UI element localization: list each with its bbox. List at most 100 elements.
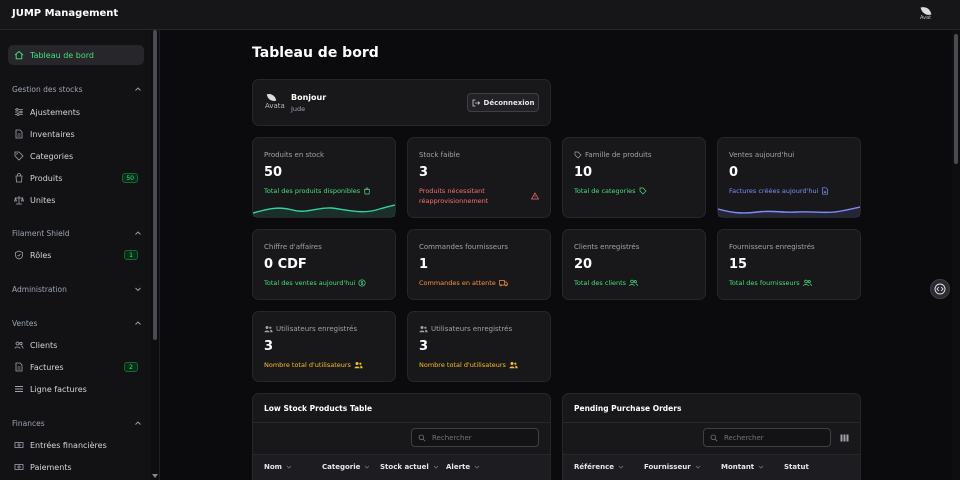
sidebar-item-label: Tableau de bord	[30, 50, 94, 60]
stat-label: Fournisseurs enregistrés	[729, 243, 815, 251]
banknote-icon	[14, 440, 24, 450]
stat-value: 0	[729, 165, 739, 180]
sidebar-item-products[interactable]: Produits 50	[8, 168, 144, 188]
stat-label: Stock faible	[419, 151, 460, 159]
table-title: Pending Purchase Orders	[574, 404, 682, 413]
users-icon	[264, 326, 273, 333]
chevron-down-icon	[618, 465, 624, 469]
stat-description: Total des clients	[574, 278, 638, 288]
group-label: Administration	[12, 285, 67, 294]
low-stock-table: Low Stock Products Table Rechercher Nom …	[252, 393, 551, 480]
sidebar-group-sales[interactable]: Ventes	[12, 319, 142, 328]
sidebar-item-categories[interactable]: Categories	[8, 146, 144, 166]
column-header[interactable]: Montant	[721, 463, 764, 471]
sidebar-item-dashboard[interactable]: Tableau de bord	[8, 45, 144, 65]
sidebar-item-label: Ligne factures	[30, 384, 87, 394]
chevron-down-icon	[135, 287, 141, 292]
chevron-up-icon	[135, 231, 141, 235]
sidebar-item-adjustments[interactable]: Ajustements	[8, 102, 144, 122]
stat-label: Chiffre d'affaires	[264, 243, 322, 251]
invoices-count-badge: 2	[124, 362, 138, 372]
sidebar-item-invoice-lines[interactable]: Ligne factures	[8, 379, 144, 399]
search-icon	[418, 434, 426, 441]
stat-card-supplier-orders: Commandes fournisseurs 1 Commandes en at…	[407, 229, 551, 300]
stat-description: Produits nécessitant réapprovisionnement	[419, 187, 489, 205]
sidebar-item-clients[interactable]: Clients	[8, 335, 144, 355]
column-header[interactable]: Référence	[574, 463, 624, 471]
stat-label: Utilisateurs enregistrés	[419, 325, 512, 333]
stat-value: 15	[729, 257, 748, 272]
stat-value: 50	[264, 165, 283, 180]
sidebar-item-label: Produits	[30, 173, 63, 183]
app-title[interactable]: JUMP Management	[12, 8, 118, 19]
sidebar-item-roles[interactable]: Rôles 1	[8, 245, 144, 265]
scroll-down-arrow-icon[interactable]	[152, 474, 158, 478]
avatar: Avata	[265, 92, 285, 113]
table-title: Low Stock Products Table	[264, 404, 373, 413]
stat-label: Famille de produits	[574, 151, 652, 159]
sidebar-scrollbar[interactable]	[151, 30, 159, 480]
sidebar-item-financial-entries[interactable]: Entrées financières	[8, 435, 144, 455]
column-header[interactable]: Categorie	[322, 463, 370, 471]
greeting: Bonjour	[291, 93, 327, 102]
chevron-up-icon	[135, 87, 141, 91]
column-header[interactable]: Alerte	[446, 463, 480, 471]
table-header: Référence Fournisseur Montant Statut	[563, 454, 860, 480]
sidebar-item-units[interactable]: Unites	[8, 190, 144, 210]
list-icon	[14, 384, 24, 394]
sidebar-group-stock[interactable]: Gestion des stocks	[12, 85, 142, 94]
scrollbar-thumb[interactable]	[954, 34, 958, 164]
stat-card-revenue: Chiffre d'affaires 0 CDF Total des vente…	[252, 229, 396, 300]
welcome-card: Avata Bonjour Jude Déconnexion	[252, 79, 551, 126]
chevron-down-icon	[758, 465, 764, 469]
stat-card-low-stock: Stock faible 3 Produits nécessitant réap…	[407, 137, 551, 218]
columns-icon[interactable]	[840, 434, 849, 442]
search-icon	[710, 434, 718, 441]
column-header[interactable]: Statut	[784, 463, 809, 471]
sparkline-chart	[253, 204, 395, 217]
page-scrollbar[interactable]	[952, 30, 960, 480]
stat-value: 1	[419, 257, 429, 272]
logout-label: Déconnexion	[483, 98, 535, 107]
sidebar-group-finance[interactable]: Finances	[12, 419, 142, 428]
stat-card-suppliers: Fournisseurs enregistrés 15 Total des fo…	[717, 229, 861, 300]
stat-label: Utilisateurs enregistrés	[264, 325, 357, 333]
users-icon	[509, 362, 518, 369]
sidebar-item-label: Entrées financières	[30, 440, 107, 450]
sidebar-group-shield[interactable]: Filament Shield	[12, 229, 142, 238]
stat-value: 10	[574, 165, 593, 180]
column-header[interactable]: Nom	[264, 463, 292, 471]
sidebar-item-inventories[interactable]: Inventaires	[8, 124, 144, 144]
column-header[interactable]: Stock actuel	[380, 463, 439, 471]
document-icon	[14, 129, 24, 139]
divider	[253, 422, 550, 423]
document-icon	[14, 362, 24, 372]
sidebar-item-payments[interactable]: Paiements	[8, 457, 144, 477]
group-label: Finances	[12, 419, 45, 428]
sidebar-item-label: Ajustements	[30, 107, 81, 117]
warning-icon	[531, 192, 539, 200]
column-header[interactable]: Fournisseur	[644, 463, 701, 471]
stat-card-users: Utilisateurs enregistrés 3 Nombre total …	[407, 311, 551, 382]
roles-count-badge: 1	[124, 250, 138, 260]
sidebar-group-admin[interactable]: Administration	[12, 285, 142, 294]
search-input[interactable]: Rechercher	[703, 428, 831, 447]
search-input[interactable]: Rechercher	[411, 428, 539, 447]
logout-button[interactable]: Déconnexion	[467, 93, 539, 112]
scrollbar-thumb[interactable]	[153, 30, 157, 340]
shopping-bag-icon	[14, 173, 24, 183]
stat-card-product-families: Famille de produits 10 Total de categori…	[562, 137, 706, 218]
user-avatar[interactable]: Avat	[918, 4, 936, 24]
products-count-badge: 50	[122, 173, 138, 183]
group-label: Gestion des stocks	[12, 85, 83, 94]
shopping-bag-icon	[364, 187, 371, 195]
currency-icon	[358, 279, 366, 287]
group-label: Filament Shield	[12, 229, 70, 238]
stat-description: Factures créées aujourd'hui	[729, 186, 829, 196]
stat-description: Total des ventes aujourd'hui	[264, 278, 366, 288]
code-toggle-button[interactable]	[930, 279, 950, 299]
chevron-down-icon	[433, 465, 439, 469]
top-bar: JUMP Management Avat	[0, 0, 960, 30]
search-placeholder: Rechercher	[724, 433, 764, 442]
sidebar-item-invoices[interactable]: Factures 2	[8, 357, 144, 377]
